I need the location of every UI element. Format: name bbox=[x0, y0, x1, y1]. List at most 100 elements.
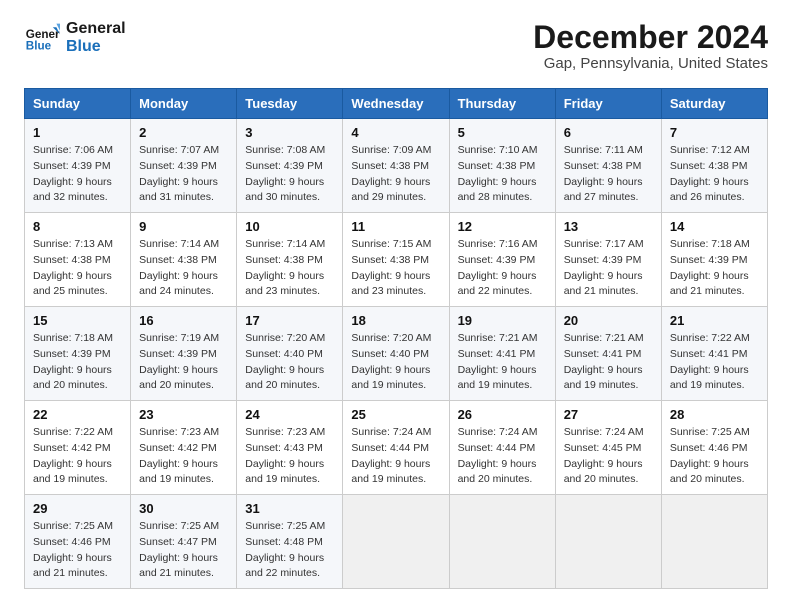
day-info: Sunrise: 7:20 AM Sunset: 4:40 PM Dayligh… bbox=[351, 331, 440, 394]
day-number: 1 bbox=[33, 125, 122, 140]
header-day-sunday: Sunday bbox=[25, 89, 131, 119]
header-day-thursday: Thursday bbox=[449, 89, 555, 119]
day-info: Sunrise: 7:13 AM Sunset: 4:38 PM Dayligh… bbox=[33, 237, 122, 300]
day-cell: 16 Sunrise: 7:19 AM Sunset: 4:39 PM Dayl… bbox=[131, 307, 237, 401]
day-cell: 3 Sunrise: 7:08 AM Sunset: 4:39 PM Dayli… bbox=[237, 119, 343, 213]
day-info: Sunrise: 7:22 AM Sunset: 4:41 PM Dayligh… bbox=[670, 331, 759, 394]
day-info: Sunrise: 7:20 AM Sunset: 4:40 PM Dayligh… bbox=[245, 331, 334, 394]
day-cell: 23 Sunrise: 7:23 AM Sunset: 4:42 PM Dayl… bbox=[131, 401, 237, 495]
day-number: 17 bbox=[245, 313, 334, 328]
header-day-saturday: Saturday bbox=[661, 89, 767, 119]
day-cell: 11 Sunrise: 7:15 AM Sunset: 4:38 PM Dayl… bbox=[343, 213, 449, 307]
day-number: 4 bbox=[351, 125, 440, 140]
logo: General Blue General Blue bbox=[24, 20, 126, 56]
day-info: Sunrise: 7:25 AM Sunset: 4:48 PM Dayligh… bbox=[245, 519, 334, 582]
day-number: 22 bbox=[33, 407, 122, 422]
day-cell: 7 Sunrise: 7:12 AM Sunset: 4:38 PM Dayli… bbox=[661, 119, 767, 213]
day-cell bbox=[661, 495, 767, 589]
day-number: 14 bbox=[670, 219, 759, 234]
header-day-friday: Friday bbox=[555, 89, 661, 119]
day-cell: 15 Sunrise: 7:18 AM Sunset: 4:39 PM Dayl… bbox=[25, 307, 131, 401]
day-info: Sunrise: 7:18 AM Sunset: 4:39 PM Dayligh… bbox=[670, 237, 759, 300]
day-cell: 18 Sunrise: 7:20 AM Sunset: 4:40 PM Dayl… bbox=[343, 307, 449, 401]
day-number: 16 bbox=[139, 313, 228, 328]
day-cell: 29 Sunrise: 7:25 AM Sunset: 4:46 PM Dayl… bbox=[25, 495, 131, 589]
day-info: Sunrise: 7:19 AM Sunset: 4:39 PM Dayligh… bbox=[139, 331, 228, 394]
day-cell: 12 Sunrise: 7:16 AM Sunset: 4:39 PM Dayl… bbox=[449, 213, 555, 307]
logo-line2: Blue bbox=[66, 38, 126, 56]
day-info: Sunrise: 7:06 AM Sunset: 4:39 PM Dayligh… bbox=[33, 143, 122, 206]
location: Gap, Pennsylvania, United States bbox=[533, 55, 768, 72]
week-row-1: 1 Sunrise: 7:06 AM Sunset: 4:39 PM Dayli… bbox=[25, 119, 768, 213]
day-cell: 21 Sunrise: 7:22 AM Sunset: 4:41 PM Dayl… bbox=[661, 307, 767, 401]
week-row-4: 22 Sunrise: 7:22 AM Sunset: 4:42 PM Dayl… bbox=[25, 401, 768, 495]
day-info: Sunrise: 7:22 AM Sunset: 4:42 PM Dayligh… bbox=[33, 425, 122, 488]
day-number: 19 bbox=[458, 313, 547, 328]
day-info: Sunrise: 7:10 AM Sunset: 4:38 PM Dayligh… bbox=[458, 143, 547, 206]
day-cell: 24 Sunrise: 7:23 AM Sunset: 4:43 PM Dayl… bbox=[237, 401, 343, 495]
calendar-table: SundayMondayTuesdayWednesdayThursdayFrid… bbox=[24, 88, 768, 589]
day-cell bbox=[449, 495, 555, 589]
day-number: 29 bbox=[33, 501, 122, 516]
day-number: 23 bbox=[139, 407, 228, 422]
day-number: 7 bbox=[670, 125, 759, 140]
day-cell bbox=[343, 495, 449, 589]
day-info: Sunrise: 7:24 AM Sunset: 4:45 PM Dayligh… bbox=[564, 425, 653, 488]
title-area: December 2024 Gap, Pennsylvania, United … bbox=[533, 20, 768, 72]
day-cell: 1 Sunrise: 7:06 AM Sunset: 4:39 PM Dayli… bbox=[25, 119, 131, 213]
day-number: 18 bbox=[351, 313, 440, 328]
day-info: Sunrise: 7:21 AM Sunset: 4:41 PM Dayligh… bbox=[564, 331, 653, 394]
day-number: 9 bbox=[139, 219, 228, 234]
day-info: Sunrise: 7:18 AM Sunset: 4:39 PM Dayligh… bbox=[33, 331, 122, 394]
day-number: 31 bbox=[245, 501, 334, 516]
day-cell: 9 Sunrise: 7:14 AM Sunset: 4:38 PM Dayli… bbox=[131, 213, 237, 307]
day-number: 15 bbox=[33, 313, 122, 328]
day-cell bbox=[555, 495, 661, 589]
day-number: 20 bbox=[564, 313, 653, 328]
week-row-2: 8 Sunrise: 7:13 AM Sunset: 4:38 PM Dayli… bbox=[25, 213, 768, 307]
day-number: 5 bbox=[458, 125, 547, 140]
day-cell: 30 Sunrise: 7:25 AM Sunset: 4:47 PM Dayl… bbox=[131, 495, 237, 589]
day-info: Sunrise: 7:25 AM Sunset: 4:46 PM Dayligh… bbox=[670, 425, 759, 488]
day-info: Sunrise: 7:23 AM Sunset: 4:42 PM Dayligh… bbox=[139, 425, 228, 488]
day-info: Sunrise: 7:17 AM Sunset: 4:39 PM Dayligh… bbox=[564, 237, 653, 300]
header-row: SundayMondayTuesdayWednesdayThursdayFrid… bbox=[25, 89, 768, 119]
logo-line1: General bbox=[66, 20, 126, 38]
day-cell: 10 Sunrise: 7:14 AM Sunset: 4:38 PM Dayl… bbox=[237, 213, 343, 307]
svg-text:Blue: Blue bbox=[26, 40, 52, 53]
day-number: 6 bbox=[564, 125, 653, 140]
day-info: Sunrise: 7:11 AM Sunset: 4:38 PM Dayligh… bbox=[564, 143, 653, 206]
day-info: Sunrise: 7:25 AM Sunset: 4:47 PM Dayligh… bbox=[139, 519, 228, 582]
day-info: Sunrise: 7:14 AM Sunset: 4:38 PM Dayligh… bbox=[245, 237, 334, 300]
day-number: 28 bbox=[670, 407, 759, 422]
day-cell: 4 Sunrise: 7:09 AM Sunset: 4:38 PM Dayli… bbox=[343, 119, 449, 213]
day-cell: 8 Sunrise: 7:13 AM Sunset: 4:38 PM Dayli… bbox=[25, 213, 131, 307]
day-info: Sunrise: 7:07 AM Sunset: 4:39 PM Dayligh… bbox=[139, 143, 228, 206]
day-info: Sunrise: 7:23 AM Sunset: 4:43 PM Dayligh… bbox=[245, 425, 334, 488]
day-cell: 6 Sunrise: 7:11 AM Sunset: 4:38 PM Dayli… bbox=[555, 119, 661, 213]
header: General Blue General Blue December 2024 … bbox=[24, 20, 768, 72]
day-cell: 31 Sunrise: 7:25 AM Sunset: 4:48 PM Dayl… bbox=[237, 495, 343, 589]
day-info: Sunrise: 7:24 AM Sunset: 4:44 PM Dayligh… bbox=[351, 425, 440, 488]
day-info: Sunrise: 7:14 AM Sunset: 4:38 PM Dayligh… bbox=[139, 237, 228, 300]
week-row-5: 29 Sunrise: 7:25 AM Sunset: 4:46 PM Dayl… bbox=[25, 495, 768, 589]
day-number: 24 bbox=[245, 407, 334, 422]
day-info: Sunrise: 7:08 AM Sunset: 4:39 PM Dayligh… bbox=[245, 143, 334, 206]
day-cell: 28 Sunrise: 7:25 AM Sunset: 4:46 PM Dayl… bbox=[661, 401, 767, 495]
day-info: Sunrise: 7:15 AM Sunset: 4:38 PM Dayligh… bbox=[351, 237, 440, 300]
day-number: 2 bbox=[139, 125, 228, 140]
header-day-wednesday: Wednesday bbox=[343, 89, 449, 119]
day-info: Sunrise: 7:25 AM Sunset: 4:46 PM Dayligh… bbox=[33, 519, 122, 582]
day-cell: 25 Sunrise: 7:24 AM Sunset: 4:44 PM Dayl… bbox=[343, 401, 449, 495]
day-number: 3 bbox=[245, 125, 334, 140]
day-info: Sunrise: 7:16 AM Sunset: 4:39 PM Dayligh… bbox=[458, 237, 547, 300]
day-number: 25 bbox=[351, 407, 440, 422]
day-cell: 27 Sunrise: 7:24 AM Sunset: 4:45 PM Dayl… bbox=[555, 401, 661, 495]
day-cell: 20 Sunrise: 7:21 AM Sunset: 4:41 PM Dayl… bbox=[555, 307, 661, 401]
day-number: 12 bbox=[458, 219, 547, 234]
day-number: 13 bbox=[564, 219, 653, 234]
day-cell: 2 Sunrise: 7:07 AM Sunset: 4:39 PM Dayli… bbox=[131, 119, 237, 213]
day-cell: 17 Sunrise: 7:20 AM Sunset: 4:40 PM Dayl… bbox=[237, 307, 343, 401]
day-cell: 14 Sunrise: 7:18 AM Sunset: 4:39 PM Dayl… bbox=[661, 213, 767, 307]
logo-icon: General Blue bbox=[24, 20, 60, 56]
